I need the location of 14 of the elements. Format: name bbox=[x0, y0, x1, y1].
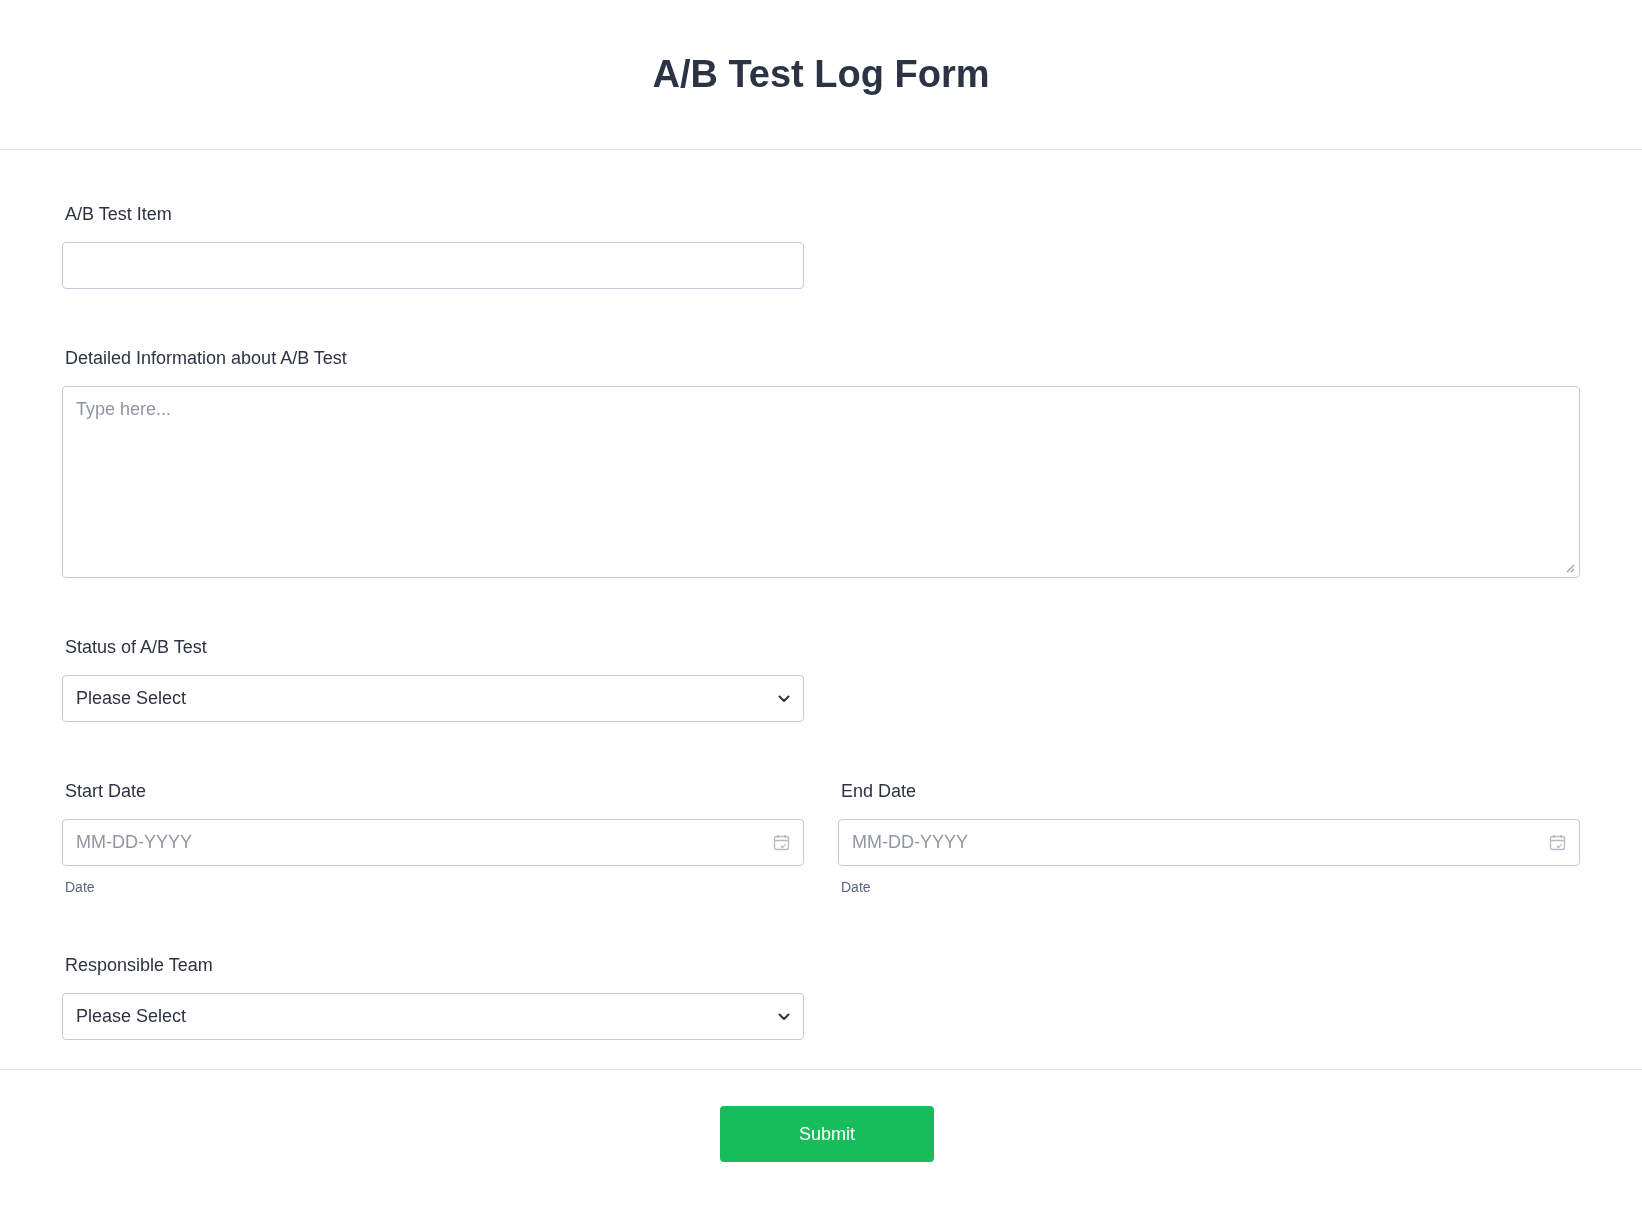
field-sublabel: Date bbox=[841, 878, 871, 896]
field-label: Responsible Team bbox=[65, 954, 213, 977]
field-label: End Date bbox=[841, 780, 917, 803]
dropdown[interactable]: Please Select bbox=[62, 993, 804, 1040]
form-title: A/B Test Log Form bbox=[652, 53, 990, 96]
text-area[interactable]: Type here... bbox=[62, 386, 1580, 578]
date-field[interactable]: MM-DD-YYYY bbox=[838, 819, 1580, 866]
field-label: A/B Test Item bbox=[65, 203, 172, 226]
field-label: Start Date bbox=[65, 780, 147, 803]
date-field[interactable]: MM-DD-YYYY bbox=[62, 819, 804, 866]
dropdown[interactable]: Please Select bbox=[62, 675, 804, 722]
field-label: Status of A/B Test bbox=[65, 636, 207, 659]
field-label: Detailed Information about A/B Test bbox=[65, 347, 347, 370]
field-sublabel: Date bbox=[65, 878, 95, 896]
